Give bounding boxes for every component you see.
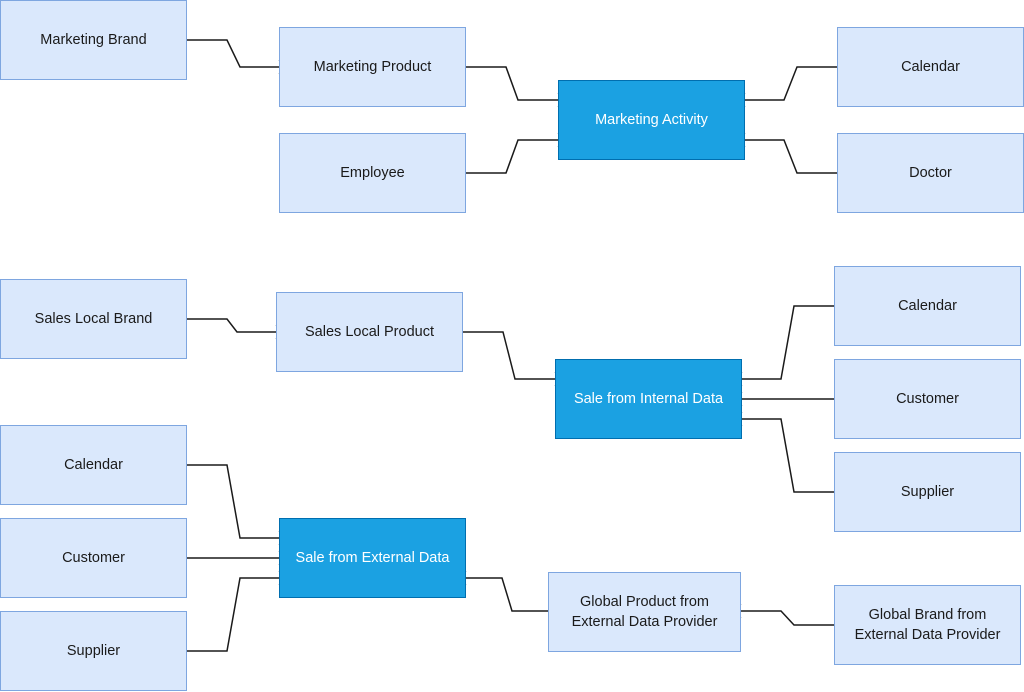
entity-sales-local-brand[interactable]: Sales Local Brand — [0, 279, 187, 359]
entity-label: Sale from External Data — [295, 550, 450, 566]
entity-customer-3[interactable]: Customer — [0, 518, 187, 598]
entity-marketing-brand[interactable]: Marketing Brand — [0, 0, 187, 80]
entity-label: Sale from Internal Data — [573, 391, 724, 407]
entity-label: Supplier — [66, 643, 121, 659]
link-calendar1-activity[interactable] — [745, 66, 837, 101]
entity-label: Marketing Brand — [40, 32, 147, 48]
entity-supplier-3[interactable]: Supplier — [0, 611, 187, 691]
link-marketing-brand-product[interactable] — [187, 39, 279, 68]
entity-global-product[interactable]: Global Product from External Data Provid… — [548, 572, 741, 652]
entity-label: Employee — [340, 165, 405, 181]
entity-supplier-2[interactable]: Supplier — [834, 452, 1021, 532]
entity-label: Calendar — [901, 59, 960, 75]
entity-customer-2[interactable]: Customer — [834, 359, 1021, 439]
entity-calendar-1[interactable]: Calendar — [837, 27, 1024, 107]
entity-sales-local-product[interactable]: Sales Local Product — [276, 292, 463, 372]
entity-calendar-2[interactable]: Calendar — [834, 266, 1021, 346]
link-employee-activity[interactable] — [466, 139, 558, 174]
entity-sale-from-external-data[interactable]: Sale from External Data — [279, 518, 466, 598]
entity-label: Sales Local Product — [305, 324, 434, 340]
link-sales-brand-product[interactable] — [187, 318, 276, 333]
link-global-product-external[interactable] — [466, 577, 548, 612]
entity-label: Sales Local Brand — [34, 311, 153, 327]
entity-label: Supplier — [900, 484, 955, 500]
entity-sale-from-internal-data[interactable]: Sale from Internal Data — [555, 359, 742, 439]
entity-label: Global Product from External Data Provid… — [571, 594, 718, 630]
link-supplier2-internal[interactable] — [742, 418, 834, 493]
entity-label: Calendar — [64, 457, 123, 473]
entity-calendar-3[interactable]: Calendar — [0, 425, 187, 505]
entity-doctor[interactable]: Doctor — [837, 133, 1024, 213]
link-doctor-activity[interactable] — [745, 139, 837, 174]
link-global-brand-product[interactable] — [741, 610, 834, 626]
entity-marketing-activity[interactable]: Marketing Activity — [558, 80, 745, 160]
er-diagram-canvas: Marketing Brand Marketing Product Employ… — [0, 0, 1024, 692]
entity-label: Doctor — [909, 165, 952, 181]
entity-label: Customer — [896, 391, 959, 407]
link-marketing-product-activity[interactable] — [466, 66, 558, 101]
entity-global-brand[interactable]: Global Brand from External Data Provider — [834, 585, 1021, 665]
link-calendar2-internal[interactable] — [742, 305, 834, 380]
entity-label: Calendar — [898, 298, 957, 314]
entity-label: Customer — [62, 550, 125, 566]
entity-marketing-product[interactable]: Marketing Product — [279, 27, 466, 107]
link-calendar3-external[interactable] — [187, 464, 279, 539]
entity-label: Marketing Product — [313, 59, 432, 75]
link-sales-product-internal[interactable] — [463, 331, 555, 380]
entity-label: Marketing Activity — [595, 112, 708, 128]
entity-employee[interactable]: Employee — [279, 133, 466, 213]
entity-label: Global Brand from External Data Provider — [854, 607, 1001, 643]
link-supplier3-external[interactable] — [187, 577, 279, 652]
